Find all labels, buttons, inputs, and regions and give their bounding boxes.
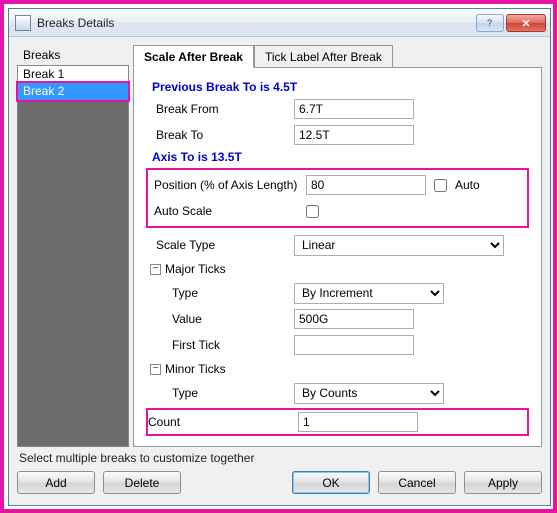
break-to-input[interactable] [294, 125, 414, 145]
major-type-select[interactable]: By Increment [294, 283, 444, 304]
scale-type-label: Scale Type [144, 238, 294, 252]
minor-ticks-label: Minor Ticks [165, 362, 226, 376]
titlebar[interactable]: Breaks Details ? [9, 9, 550, 37]
svg-text:?: ? [487, 18, 492, 28]
tab-scale-after-break[interactable]: Scale After Break [133, 45, 254, 68]
auto-scale-checkbox[interactable] [306, 205, 319, 218]
major-ticks-label: Major Ticks [165, 262, 226, 276]
breaks-list[interactable]: Break 1 Break 2 [17, 65, 129, 447]
position-label: Position (% of Axis Length) [148, 178, 306, 192]
window-title: Breaks Details [37, 16, 474, 30]
break-from-input[interactable] [294, 99, 414, 119]
delete-button[interactable]: Delete [103, 471, 181, 494]
position-input[interactable] [306, 175, 426, 195]
minor-count-input[interactable] [298, 412, 418, 432]
ok-button[interactable]: OK [292, 471, 370, 494]
close-button[interactable] [506, 14, 546, 32]
minor-type-label: Type [144, 386, 294, 400]
help-icon: ? [484, 17, 496, 29]
minor-ticks-header[interactable]: − Minor Ticks [144, 358, 531, 380]
scale-type-select[interactable]: Linear [294, 235, 504, 256]
previous-break-to-label: Previous Break To is 4.5T [144, 78, 531, 96]
major-value-label: Value [144, 312, 294, 326]
apply-button[interactable]: Apply [464, 471, 542, 494]
position-auto-checkbox[interactable] [434, 179, 447, 192]
major-type-label: Type [144, 286, 294, 300]
minor-count-label: Count [148, 415, 298, 429]
dialog-breaks-details: Breaks Details ? Breaks Break 1 Break 2 [8, 8, 551, 506]
major-value-input[interactable] [294, 309, 414, 329]
list-item[interactable]: Break 1 [18, 66, 128, 83]
axis-to-label: Axis To is 13.5T [144, 148, 531, 166]
auto-scale-label: Auto Scale [148, 204, 306, 218]
major-ticks-header[interactable]: − Major Ticks [144, 258, 531, 280]
highlight-position-group: Position (% of Axis Length) Auto Auto Sc… [146, 168, 529, 228]
breaks-list-header: Breaks [17, 45, 129, 65]
help-button[interactable]: ? [476, 14, 504, 32]
cancel-button[interactable]: Cancel [378, 471, 456, 494]
position-auto-label: Auto [455, 178, 480, 192]
add-button[interactable]: Add [17, 471, 95, 494]
tab-tick-label-after-break[interactable]: Tick Label After Break [254, 45, 393, 67]
minor-type-select[interactable]: By Counts [294, 383, 444, 404]
app-icon [15, 15, 31, 31]
major-firsttick-label: First Tick [144, 338, 294, 352]
list-item[interactable]: Break 2 [18, 83, 128, 100]
collapse-icon: − [150, 364, 161, 375]
collapse-icon: − [150, 264, 161, 275]
break-to-label: Break To [144, 128, 294, 142]
major-firsttick-input[interactable] [294, 335, 414, 355]
hint-text: Select multiple breaks to customize toge… [17, 447, 542, 471]
break-from-label: Break From [144, 102, 294, 116]
close-icon [520, 17, 532, 29]
highlight-count-row: Count [146, 408, 529, 436]
tab-panel-scale-after-break: Previous Break To is 4.5T Break From Bre… [133, 67, 542, 447]
